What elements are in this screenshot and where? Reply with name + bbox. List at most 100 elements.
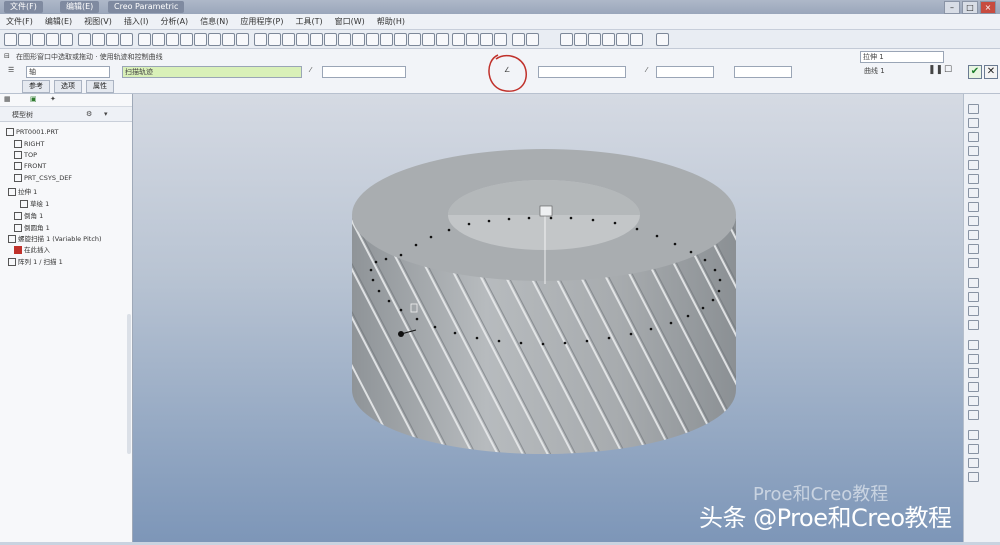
draft-tool-icon[interactable] bbox=[968, 320, 979, 330]
tree-item-front[interactable]: FRONT bbox=[14, 162, 46, 170]
hole-icon[interactable] bbox=[560, 33, 573, 46]
undo-icon[interactable] bbox=[106, 33, 119, 46]
save-icon[interactable] bbox=[32, 33, 45, 46]
trajectory-collector[interactable]: 扫描轨迹 bbox=[122, 66, 302, 78]
round-icon[interactable] bbox=[574, 33, 587, 46]
axis-display-icon[interactable] bbox=[436, 33, 449, 46]
draft-icon[interactable] bbox=[602, 33, 615, 46]
offset-tool-icon[interactable] bbox=[968, 396, 979, 406]
plane-tool-icon[interactable] bbox=[968, 132, 979, 142]
refit-icon[interactable] bbox=[296, 33, 309, 46]
tree-item-pattern[interactable]: 阵列 1 / 扫描 1 bbox=[8, 256, 63, 266]
redo-icon[interactable] bbox=[120, 33, 133, 46]
direction-icon[interactable]: ⁄ bbox=[646, 66, 647, 74]
angle-input[interactable] bbox=[538, 66, 626, 78]
axis-tool-icon[interactable] bbox=[968, 146, 979, 156]
preview-icon[interactable]: ☐ bbox=[944, 65, 952, 75]
blend-tool-icon[interactable] bbox=[968, 244, 979, 254]
extrude-tool-icon[interactable] bbox=[968, 202, 979, 212]
navigator-tab-icon[interactable]: ▦ bbox=[4, 95, 11, 103]
sketch-tool-icon[interactable] bbox=[968, 118, 979, 128]
tree-item-extrude[interactable]: 拉伸 1 bbox=[8, 186, 37, 196]
round-tool-icon[interactable] bbox=[968, 278, 979, 288]
no-hidden-icon[interactable] bbox=[394, 33, 407, 46]
tree-item-sketch[interactable]: 草绘 1 bbox=[20, 198, 49, 208]
trim-tool-icon[interactable] bbox=[968, 382, 979, 392]
revolve-tool-icon[interactable] bbox=[968, 216, 979, 226]
menu-view[interactable]: 视图(V) bbox=[78, 16, 118, 27]
datum-axis-icon[interactable] bbox=[208, 33, 221, 46]
title-tab-3[interactable]: Creo Parametric bbox=[108, 1, 185, 13]
graphics-viewport[interactable]: Proe和Creo教程 头条 @Proe和Creo教程 bbox=[133, 94, 963, 542]
menu-tools[interactable]: 工具(T) bbox=[290, 16, 329, 27]
option-input[interactable] bbox=[734, 66, 792, 78]
filter-dropdown[interactable]: 拉伸 1 bbox=[860, 51, 944, 63]
filter-icon[interactable]: ▾ bbox=[104, 110, 108, 118]
curve-tool-icon[interactable] bbox=[968, 160, 979, 170]
tree-item-right[interactable]: RIGHT bbox=[14, 140, 44, 148]
tree-item-helix-sweep[interactable]: 螺旋扫描 1 (Variable Pitch) bbox=[8, 233, 102, 243]
solidify-tool-icon[interactable] bbox=[968, 430, 979, 440]
measure-icon[interactable] bbox=[512, 33, 525, 46]
paste-icon[interactable] bbox=[92, 33, 105, 46]
analysis-icon[interactable] bbox=[526, 33, 539, 46]
help-icon[interactable] bbox=[656, 33, 669, 46]
sweep-tool-icon[interactable] bbox=[968, 230, 979, 240]
tab-properties[interactable]: 属性 bbox=[86, 80, 114, 93]
tree-item-insert-here[interactable]: 在此插入 bbox=[14, 244, 50, 254]
intersect-tool-icon[interactable] bbox=[968, 458, 979, 468]
favorites-tab-icon[interactable]: ✦ bbox=[50, 95, 56, 103]
sketch-icon[interactable] bbox=[180, 33, 193, 46]
datum-plane-icon[interactable] bbox=[194, 33, 207, 46]
tree-item-chamfer[interactable]: 倒角 1 bbox=[14, 210, 43, 220]
shell-icon[interactable] bbox=[616, 33, 629, 46]
folder-tab-icon[interactable]: ▣ bbox=[30, 95, 37, 103]
saved-views-icon[interactable] bbox=[324, 33, 337, 46]
zoom-out-icon[interactable] bbox=[282, 33, 295, 46]
title-tab-2[interactable]: 编辑(E) bbox=[60, 1, 100, 13]
thicken-tool-icon[interactable] bbox=[968, 410, 979, 420]
point-display-icon[interactable] bbox=[480, 33, 493, 46]
wireframe-icon[interactable] bbox=[408, 33, 421, 46]
cancel-button[interactable]: ✕ bbox=[984, 65, 998, 79]
copy-icon[interactable] bbox=[78, 33, 91, 46]
datum-point-icon[interactable] bbox=[222, 33, 235, 46]
tab-options[interactable]: 选项 bbox=[54, 80, 82, 93]
open-file-icon[interactable] bbox=[18, 33, 31, 46]
menu-file[interactable]: 文件(F) bbox=[0, 16, 39, 27]
tree-item-top[interactable]: TOP bbox=[14, 151, 37, 159]
repaint-icon[interactable] bbox=[254, 33, 267, 46]
select-filter-icon[interactable] bbox=[968, 104, 979, 114]
tree-item-round[interactable]: 倒圆角 1 bbox=[14, 222, 50, 232]
reorient-icon[interactable] bbox=[310, 33, 323, 46]
point-tool-icon[interactable] bbox=[968, 174, 979, 184]
csys-tool-icon[interactable] bbox=[968, 188, 979, 198]
wrap-tool-icon[interactable] bbox=[968, 472, 979, 482]
menu-help[interactable]: 帮助(H) bbox=[371, 16, 411, 27]
mirror-tool-icon[interactable] bbox=[968, 354, 979, 364]
select-icon[interactable] bbox=[166, 33, 179, 46]
model-canvas[interactable] bbox=[133, 94, 963, 542]
close-window-button[interactable]: × bbox=[980, 1, 996, 14]
project-tool-icon[interactable] bbox=[968, 444, 979, 454]
menu-edit[interactable]: 编辑(E) bbox=[39, 16, 78, 27]
menu-info[interactable]: 信息(N) bbox=[194, 16, 234, 27]
chamfer-icon[interactable] bbox=[588, 33, 601, 46]
menu-applications[interactable]: 应用程序(P) bbox=[234, 16, 289, 27]
menu-insert[interactable]: 插入(I) bbox=[118, 16, 155, 27]
shading-icon[interactable] bbox=[366, 33, 379, 46]
tab-references[interactable]: 参考 bbox=[22, 80, 50, 93]
rib-icon[interactable] bbox=[630, 33, 643, 46]
menu-window[interactable]: 窗口(W) bbox=[329, 16, 371, 27]
shell-tool-icon[interactable] bbox=[968, 306, 979, 316]
zoom-in-icon[interactable] bbox=[268, 33, 281, 46]
settings-icon[interactable]: ⚙ bbox=[86, 110, 92, 118]
annotation-display-icon[interactable] bbox=[466, 33, 479, 46]
datum-csys-icon[interactable] bbox=[236, 33, 249, 46]
pattern-tool-icon[interactable] bbox=[968, 340, 979, 350]
title-tab-1[interactable]: 文件(F) bbox=[4, 1, 43, 13]
view-manager-icon[interactable] bbox=[352, 33, 365, 46]
depth-input[interactable] bbox=[656, 66, 714, 78]
tree-item-root[interactable]: PRT0001.PRT bbox=[6, 128, 58, 136]
chamfer-tool-icon[interactable] bbox=[968, 292, 979, 302]
